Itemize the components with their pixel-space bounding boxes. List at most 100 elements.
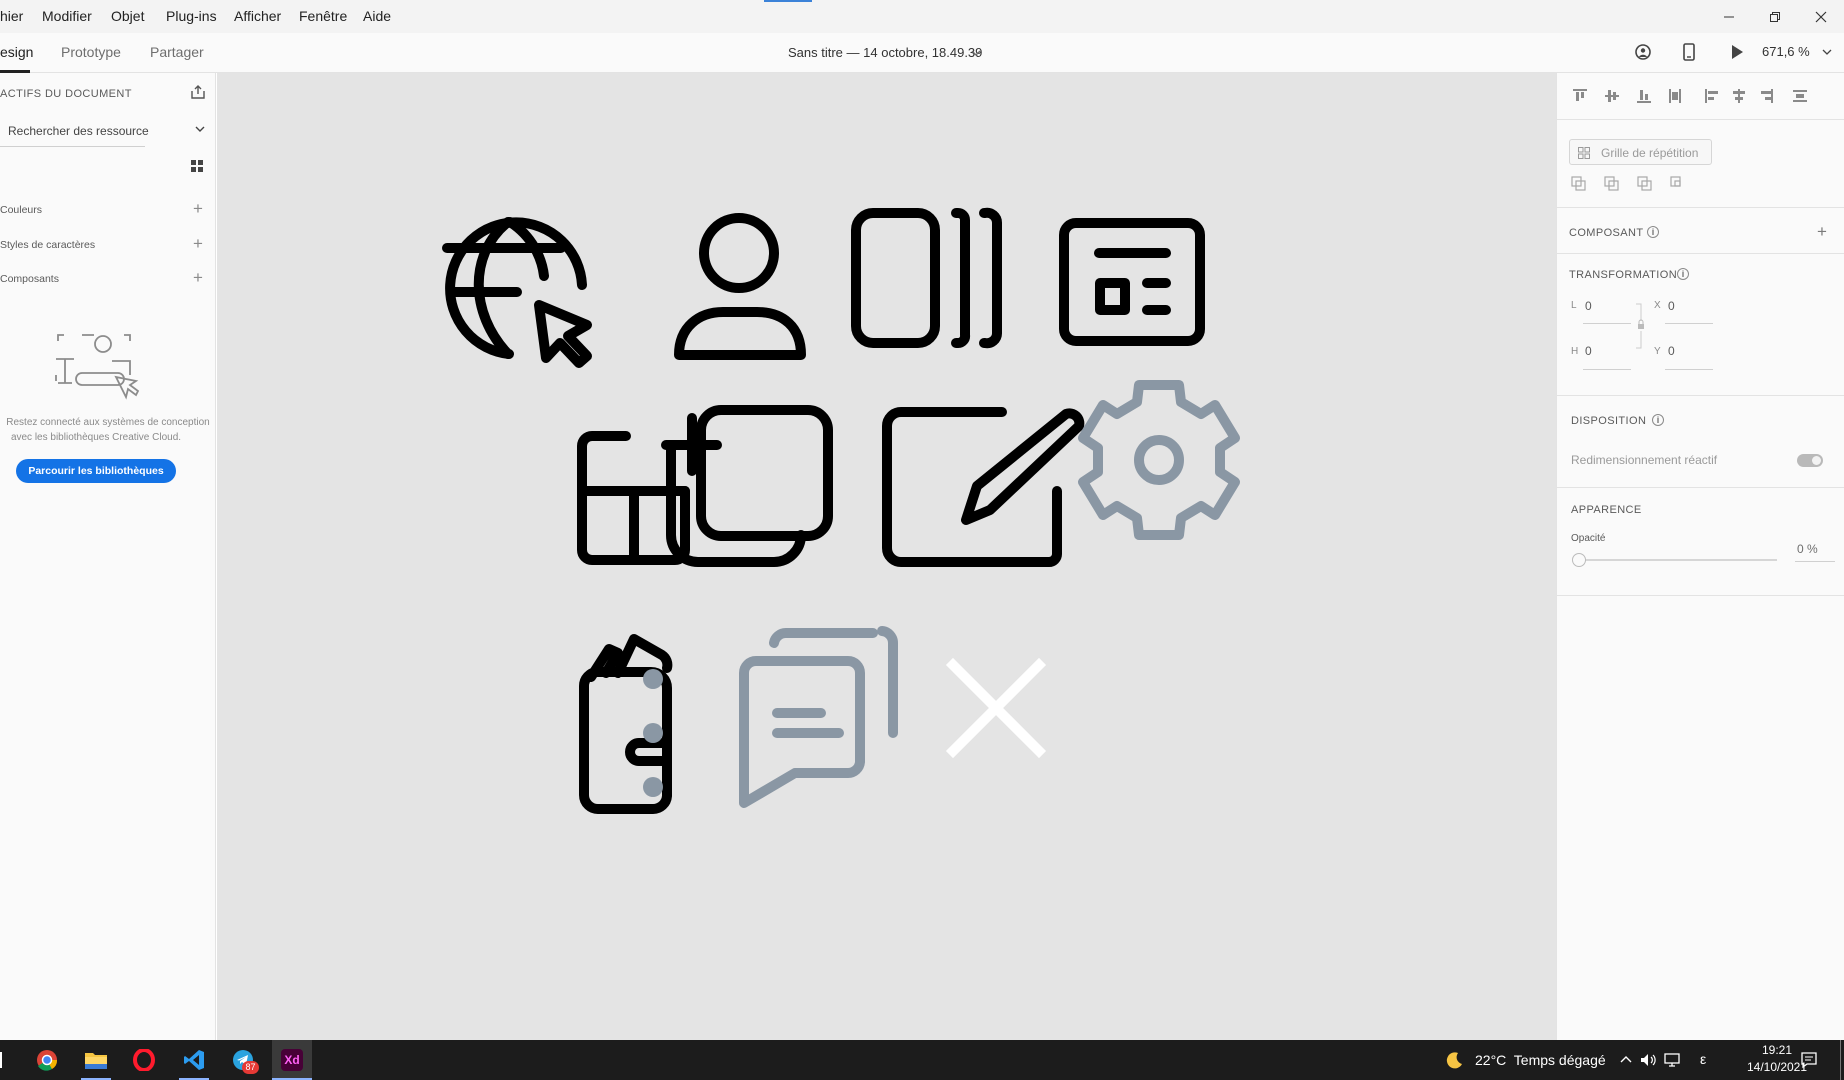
adobe-xd-button[interactable]: Xd — [272, 1040, 312, 1080]
volume-icon[interactable] — [1640, 1052, 1658, 1068]
tab-design[interactable]: esign — [0, 44, 33, 60]
width-input[interactable]: 0 — [1585, 299, 1592, 313]
info-icon[interactable]: i — [1677, 268, 1689, 280]
section-colors[interactable]: Couleurs — [0, 204, 42, 216]
play-icon[interactable] — [1729, 44, 1745, 60]
zoom-chevron-down-icon[interactable] — [1822, 48, 1832, 56]
add-character-style-button[interactable]: + — [193, 235, 203, 252]
add-component-button[interactable]: + — [193, 269, 203, 286]
document-title[interactable]: Sans titre — 14 octobre, 18.49.39 — [788, 45, 982, 60]
opacity-underline — [1795, 561, 1835, 562]
menu-help[interactable]: Aide — [363, 8, 391, 24]
more-vertical-icon[interactable] — [643, 669, 663, 797]
subtract-boolean-icon[interactable] — [1604, 176, 1619, 191]
align-top-icon[interactable] — [1573, 89, 1587, 91]
divider — [1557, 595, 1844, 596]
distribute-vertical-icon[interactable] — [1669, 89, 1671, 103]
taskbar: 87 Xd 22°C Temps dégagé ε 19:21 14/10/20… — [0, 1040, 1844, 1080]
divider — [1557, 119, 1844, 120]
notification-icon[interactable] — [1800, 1051, 1818, 1069]
user-icon[interactable] — [674, 213, 806, 360]
menu-window[interactable]: Fenêtre — [299, 8, 347, 24]
align-bottom-icon[interactable] — [1637, 101, 1651, 103]
add-component-plus-button[interactable]: + — [1817, 222, 1827, 242]
width-underline — [1583, 323, 1631, 324]
vscode-icon[interactable] — [183, 1049, 205, 1071]
adobe-xd-icon: Xd — [281, 1049, 303, 1071]
menu-file[interactable]: hier — [0, 8, 23, 24]
weather-text[interactable]: 22°C Temps dégagé — [1475, 1052, 1606, 1068]
align-right-icon[interactable] — [1771, 89, 1773, 103]
restore-button[interactable] — [1752, 0, 1798, 33]
edit-icon[interactable] — [882, 407, 1085, 567]
grid-view-icon[interactable] — [191, 160, 203, 172]
minimize-button[interactable] — [1706, 0, 1752, 33]
device-preview-icon[interactable] — [1682, 43, 1696, 61]
chat-multiple-icon[interactable] — [739, 626, 899, 808]
add-boolean-icon[interactable] — [1571, 176, 1586, 191]
globe-cursor-icon[interactable] — [442, 217, 592, 368]
close-window-button[interactable] — [1798, 0, 1844, 33]
info-icon[interactable]: i — [1652, 414, 1664, 426]
file-explorer-icon[interactable] — [84, 1050, 108, 1070]
libraries-illustration-icon — [55, 334, 140, 400]
distribute-horizontal-icon[interactable] — [1793, 90, 1807, 92]
y-label: Y — [1654, 346, 1661, 357]
start-edge — [0, 1052, 2, 1068]
opacity-label: Opacité — [1571, 533, 1606, 544]
chrome-icon[interactable] — [36, 1049, 58, 1071]
height-underline — [1583, 369, 1631, 370]
filter-chevron-down-icon[interactable] — [195, 125, 205, 133]
menu-plugins[interactable]: Plug-ins — [166, 8, 217, 24]
chevron-down-icon[interactable] — [971, 49, 981, 57]
add-color-button[interactable]: + — [193, 200, 203, 217]
menu-edit[interactable]: Modifier — [42, 8, 92, 24]
menu-object[interactable]: Objet — [111, 8, 144, 24]
opera-icon[interactable] — [133, 1049, 155, 1071]
info-icon[interactable]: i — [1647, 226, 1659, 238]
section-character-styles[interactable]: Styles de caractères — [0, 239, 95, 251]
x-underline — [1665, 323, 1713, 324]
title-accent — [764, 0, 812, 2]
opacity-slider-track[interactable] — [1583, 559, 1777, 561]
empty-message-line1: Restez connecté aux systèmes de concepti… — [6, 417, 210, 428]
layout-section-title: DISPOSITION — [1571, 415, 1647, 427]
tab-share[interactable]: Partager — [150, 44, 204, 60]
export-icon[interactable] — [190, 84, 206, 100]
lock-aspect-icon[interactable] — [1635, 303, 1645, 349]
responsive-resize-toggle[interactable] — [1797, 454, 1823, 467]
user-share-icon[interactable] — [1634, 43, 1652, 61]
tab-prototype[interactable]: Prototype — [61, 44, 121, 60]
dismiss-icon[interactable] — [945, 657, 1047, 759]
exclude-boolean-icon[interactable] — [1670, 176, 1681, 187]
toolbar: esign Prototype Partager Sans titre — 14… — [0, 33, 1844, 73]
show-hidden-icons-chevron[interactable] — [1620, 1054, 1632, 1064]
intersect-boolean-icon[interactable] — [1637, 176, 1652, 191]
design-canvas[interactable] — [217, 73, 1556, 1040]
height-input[interactable]: 0 — [1585, 344, 1592, 358]
align-middle-icon[interactable] — [1605, 95, 1619, 97]
show-desktop-edge[interactable] — [1840, 1040, 1841, 1080]
opacity-slider-handle[interactable] — [1572, 553, 1586, 567]
opacity-input[interactable]: 0 % — [1797, 542, 1818, 556]
panel-header: ACTIFS DU DOCUMENT — [0, 88, 132, 100]
divider — [1557, 395, 1844, 396]
y-input[interactable]: 0 — [1668, 344, 1675, 358]
menu-view[interactable]: Afficher — [234, 8, 281, 24]
search-input[interactable]: Rechercher des ressource — [8, 124, 149, 138]
repeat-grid-button[interactable]: Grille de répétition — [1569, 139, 1712, 165]
network-icon[interactable] — [1664, 1052, 1682, 1068]
news-icon[interactable] — [1059, 218, 1205, 346]
carousel-icon[interactable] — [851, 207, 1002, 349]
input-indicator[interactable]: ε — [1700, 1051, 1706, 1067]
settings-icon[interactable] — [1078, 380, 1240, 540]
section-components[interactable]: Composants — [0, 273, 59, 285]
browse-libraries-button[interactable]: Parcourir les bibliothèques — [16, 459, 176, 483]
align-left-icon[interactable] — [1705, 89, 1707, 103]
zoom-level[interactable]: 671,6 % — [1762, 44, 1810, 59]
repeat-grid-label: Grille de répétition — [1601, 146, 1699, 160]
x-input[interactable]: 0 — [1668, 299, 1675, 313]
empty-message-line2: avec les bibliothèques Creative Cloud. — [10, 432, 182, 443]
component-section-title: COMPOSANT — [1569, 227, 1644, 239]
menu-bar: hier Modifier Objet Plug-ins Afficher Fe… — [0, 0, 1844, 33]
